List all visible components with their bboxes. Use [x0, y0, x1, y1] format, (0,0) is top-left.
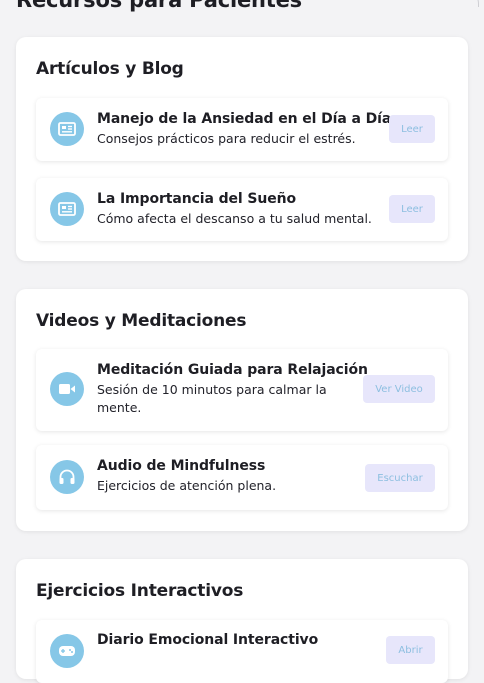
section-interactive-exercises: Ejercicios Interactivos Diario Emocional… — [16, 559, 468, 683]
section-videos-meditations: Videos y Meditaciones Meditación Guiada … — [16, 289, 468, 531]
resource-description: Consejos prácticos para reducir el estré… — [97, 131, 356, 146]
section-articles-blog: Artículos y Blog Manejo de la Ansiedad e… — [16, 37, 468, 261]
resource-title: Manejo de la Ansiedad en el Día a Día — [97, 111, 392, 127]
resource-title: Meditación Guiada para Relajación — [97, 362, 368, 378]
resource-description: Ejercicios de atención plena. — [97, 478, 277, 493]
newspaper-icon — [50, 112, 84, 146]
resource-card: La Importancia del Sueño Cómo afecta el … — [36, 178, 448, 241]
watch-video-button[interactable]: Ver Video — [363, 375, 435, 403]
section-title: Videos y Meditaciones — [36, 311, 247, 331]
resource-title: La Importancia del Sueño — [97, 191, 297, 207]
resource-card: Manejo de la Ansiedad en el Día a Día Co… — [36, 98, 448, 161]
page-title: Recursos para Pacientes — [16, 0, 302, 12]
read-button[interactable]: Leer — [389, 195, 435, 223]
resource-description: Cómo afecta el descanso a tu salud menta… — [97, 211, 372, 226]
video-camera-icon — [50, 372, 84, 406]
resource-description: Sesión de 10 minutos para calmar la ment… — [97, 382, 327, 415]
section-title: Ejercicios Interactivos — [36, 581, 244, 601]
headphones-icon — [50, 460, 84, 494]
resource-card: Audio de Mindfulness Ejercicios de atenc… — [36, 445, 448, 510]
resource-card: Meditación Guiada para Relajación Sesión… — [36, 349, 448, 431]
read-button[interactable]: Leer — [389, 115, 435, 143]
listen-button[interactable]: Escuchar — [365, 464, 435, 492]
newspaper-icon — [50, 192, 84, 226]
resource-title: Audio de Mindfulness — [97, 458, 266, 474]
resource-card: Diario Emocional Interactivo Abrir — [36, 620, 448, 683]
resource-title: Diario Emocional Interactivo — [97, 632, 319, 648]
gamepad-icon — [50, 634, 84, 668]
section-title: Artículos y Blog — [36, 59, 184, 79]
open-button[interactable]: Abrir — [386, 636, 435, 664]
